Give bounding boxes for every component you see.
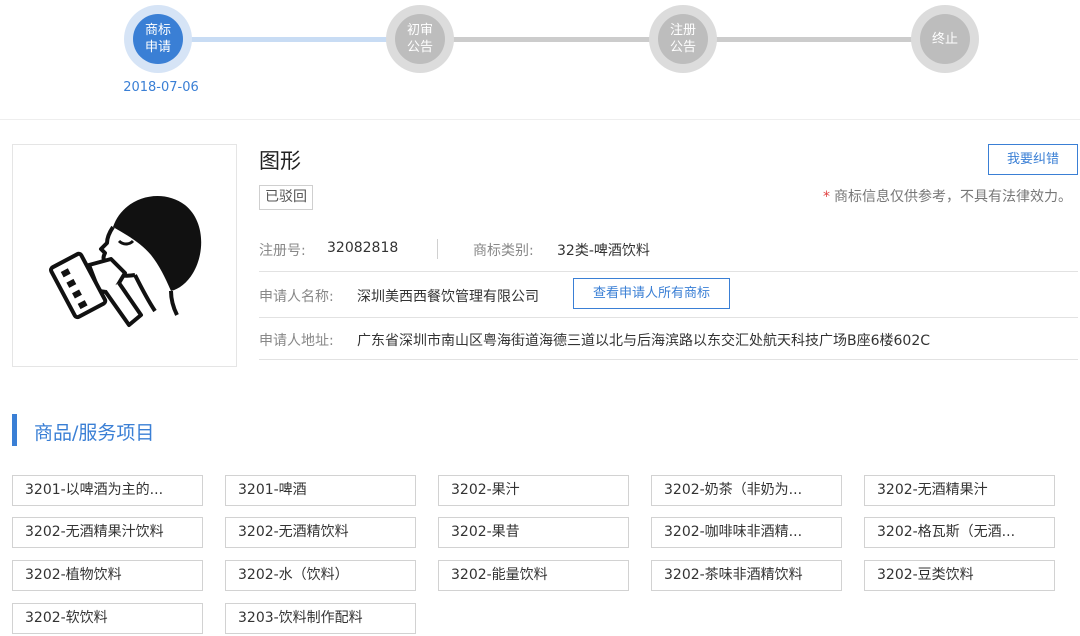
goods-item[interactable]: 3202-豆类饮料 [864, 560, 1055, 591]
goods-item[interactable]: 3202-果昔 [438, 517, 629, 548]
goods-item[interactable]: 3202-奶茶（非奶为... [651, 475, 842, 506]
goods-item[interactable]: 3202-软饮料 [12, 603, 203, 634]
category-label: 商标类别: [473, 243, 534, 259]
goods-item[interactable]: 3202-无酒精饮料 [225, 517, 416, 548]
required-star: * [823, 189, 830, 205]
trademark-image [12, 144, 237, 367]
info-row-applicant: 申请人名称: 深圳美西西餐饮管理有限公司 查看申请人所有商标 [259, 272, 1078, 318]
report-error-button[interactable]: 我要纠错 [988, 144, 1078, 175]
category-value: 32类-啤酒饮料 [557, 243, 650, 259]
step-label: 初审公告 [406, 23, 433, 55]
goods-item[interactable]: 3202-咖啡味非酒精... [651, 517, 842, 548]
trademark-name: 图形 [259, 149, 301, 173]
disclaimer: * 商标信息仅供参考，不具有法律效力。 [823, 186, 1072, 206]
divider [437, 239, 438, 259]
step-terminated: 终止 [911, 5, 979, 73]
view-all-trademarks-button[interactable]: 查看申请人所有商标 [573, 278, 730, 309]
address-label: 申请人地址: [259, 333, 334, 349]
disclaimer-text: 商标信息仅供参考，不具有法律效力。 [834, 189, 1072, 205]
goods-item[interactable]: 3202-能量饮料 [438, 560, 629, 591]
goods-item[interactable]: 3202-植物饮料 [12, 560, 203, 591]
step-preliminary-announcement: 初审公告 [386, 5, 454, 73]
step-label: 商标申请 [144, 23, 171, 55]
section-title: 商品/服务项目 [34, 422, 155, 444]
goods-item[interactable]: 3201-以啤酒为主的... [12, 475, 203, 506]
progress-line-active [186, 37, 392, 42]
goods-item[interactable]: 3202-果汁 [438, 475, 629, 506]
person-drinking-icon [49, 196, 202, 327]
progress-steps: 商标申请 初审公告 注册公告 终止 2018-07-06 [0, 0, 1080, 120]
address-value: 广东省深圳市南山区粤海街道海德三道以北与后海滨路以东交汇处航天科技广场B座6楼6… [357, 333, 931, 349]
status-badge: 已驳回 [259, 185, 313, 210]
goods-item[interactable]: 3202-茶味非酒精饮料 [651, 560, 842, 591]
goods-item[interactable]: 3202-格瓦斯（无酒... [864, 517, 1055, 548]
goods-item[interactable]: 3202-水（饮料） [225, 560, 416, 591]
step-date: 2018-07-06 [123, 80, 199, 95]
goods-item[interactable]: 3203-饮料制作配料 [225, 603, 416, 634]
reg-no-value: 32082818 [327, 240, 399, 256]
progress-line [714, 37, 916, 42]
goods-item[interactable]: 3202-无酒精果汁 [864, 475, 1055, 506]
reg-no-label: 注册号: [259, 243, 306, 259]
applicant-label: 申请人名称: [259, 289, 334, 305]
goods-item[interactable]: 3202-无酒精果汁饮料 [12, 517, 203, 548]
goods-item[interactable]: 3201-啤酒 [225, 475, 416, 506]
section-accent-bar [12, 414, 17, 446]
progress-line [452, 37, 654, 42]
step-application: 商标申请 [124, 5, 192, 73]
step-registration-announcement: 注册公告 [649, 5, 717, 73]
step-label: 注册公告 [669, 23, 696, 55]
step-label: 终止 [931, 31, 958, 47]
info-row-registration: 注册号: 32082818 商标类别: 32类-啤酒饮料 [259, 229, 1078, 272]
applicant-value[interactable]: 深圳美西西餐饮管理有限公司 [357, 286, 539, 306]
info-row-address: 申请人地址: 广东省深圳市南山区粤海街道海德三道以北与后海滨路以东交汇处航天科技… [259, 318, 1078, 360]
